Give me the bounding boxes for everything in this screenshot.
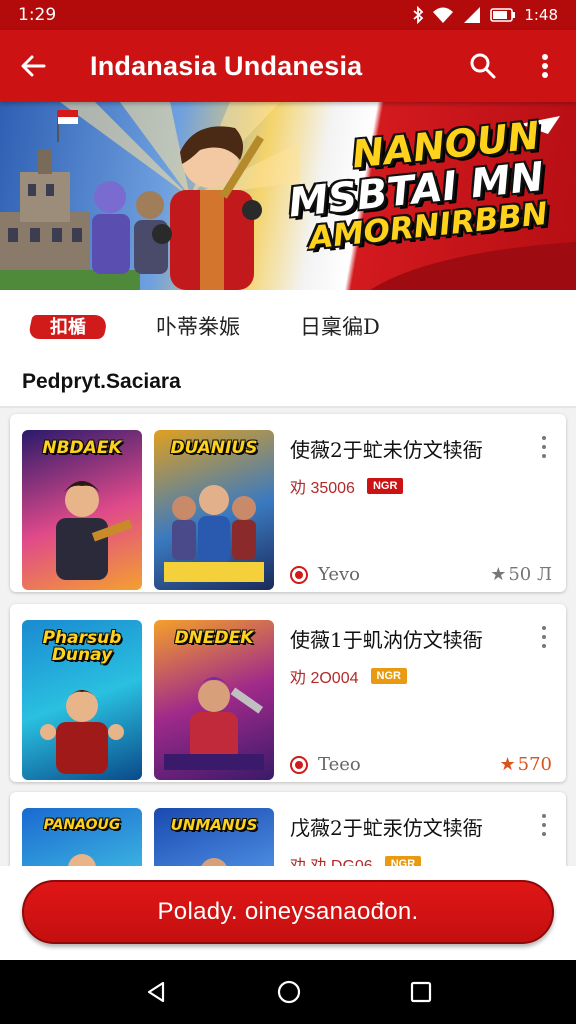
- list-item[interactable]: NBDAEK DUANIUS 使薇2于虻未仿文犊衙 劝 35006 NGR Ye…: [10, 414, 566, 592]
- price-text: 劝 2O004: [290, 670, 359, 687]
- back-arrow-icon: [21, 55, 46, 77]
- price-row: 劝 35006 NGR: [290, 474, 404, 498]
- tab-active-label: 扣楯: [50, 317, 86, 338]
- more-options-button[interactable]: [514, 30, 576, 102]
- status-icons: 1:48: [412, 6, 558, 24]
- game-thumbnail[interactable]: NBDAEK: [22, 430, 142, 590]
- dot-icon: [542, 436, 546, 440]
- game-title[interactable]: 使薇2于虻未仿文犊衙: [290, 434, 483, 463]
- developer-icon: [290, 565, 308, 584]
- dot-icon: [542, 644, 546, 648]
- price-text: 劝 35006: [290, 480, 355, 497]
- search-button[interactable]: [452, 30, 514, 102]
- price-text: 劝 劝 DG06: [290, 852, 373, 866]
- item-menu-button[interactable]: [536, 812, 552, 838]
- category-tabs: 扣楯 卟蒂桊娠 日稟徧D: [0, 290, 576, 362]
- developer-row: Yevo: [290, 564, 360, 585]
- star-icon: ★: [490, 564, 507, 585]
- thumbnail-title: UNMANUS: [170, 816, 258, 834]
- battery-icon: [490, 8, 516, 22]
- signal-icon: [464, 7, 481, 23]
- game-thumbnail[interactable]: Pharsub Dunay: [22, 620, 142, 780]
- dot-icon: [542, 823, 546, 827]
- status-badge: NGR: [366, 478, 404, 494]
- item-menu-button[interactable]: [536, 434, 552, 460]
- developer-icon: [290, 755, 308, 774]
- star-icon: ★: [499, 754, 516, 775]
- tab-item-1[interactable]: 卟蒂桊娠: [156, 311, 240, 341]
- dot-icon: [542, 626, 546, 630]
- thumbnail-title: NBDAEK: [42, 438, 122, 458]
- game-thumbnail[interactable]: DNEDEK: [154, 620, 274, 780]
- section-title: Pedpryt.Saciara: [22, 370, 181, 393]
- home-circle-icon[interactable]: [276, 979, 302, 1005]
- game-thumbnail[interactable]: DUANIUS: [154, 430, 274, 590]
- developer-name: Teeo: [318, 754, 361, 775]
- thumbnail-title: DNEDEK: [174, 628, 254, 648]
- game-thumbnail[interactable]: UNMANUS: [154, 808, 274, 866]
- game-title[interactable]: 使薇1于虮汭仿文犊衙: [290, 624, 483, 653]
- dot-icon: [542, 445, 546, 449]
- tab-item-2[interactable]: 日稟徧D: [300, 311, 380, 341]
- dot-icon: [542, 814, 546, 818]
- status-badge: NGR: [370, 668, 407, 684]
- recents-square-icon[interactable]: [410, 981, 432, 1003]
- wifi-icon: [433, 7, 454, 23]
- back-triangle-icon[interactable]: [144, 980, 168, 1004]
- rating: ★ 50 Л: [490, 564, 552, 585]
- tab-active-logo[interactable]: 扣楯: [27, 309, 109, 343]
- rating: ★ 570: [500, 754, 553, 775]
- list-item[interactable]: Pharsub Dunay DNEDEK 使薇1于虮汭仿文犊衙 劝 2O004 …: [10, 604, 566, 782]
- price-row: 劝 2O004 NGR: [290, 664, 407, 688]
- page-title: Indanasia Undanesia: [90, 50, 363, 81]
- bluetooth-icon: [413, 6, 424, 24]
- developer-row: Teeo: [290, 754, 361, 775]
- game-thumbnail[interactable]: PANAOUG: [22, 808, 142, 866]
- rating-value: 50 Л: [508, 564, 552, 585]
- developer-name: Yevo: [318, 564, 360, 585]
- back-button[interactable]: [0, 30, 66, 102]
- dot-icon: [542, 635, 546, 639]
- app-bar: Indanasia Undanesia: [0, 30, 576, 102]
- item-menu-button[interactable]: [536, 624, 552, 650]
- hero-banner[interactable]: NANOUN MSBTAI MN AMORNIRBBN: [0, 102, 576, 290]
- search-icon: [470, 53, 496, 79]
- thumbnail-title: DUANIUS: [170, 438, 258, 458]
- status-time: 1:29: [18, 5, 57, 25]
- system-nav-bar: [0, 960, 576, 1024]
- game-title[interactable]: 戊薇2于虻汞仿文犊衙: [290, 812, 483, 841]
- rating-value: 570: [517, 754, 552, 775]
- game-list[interactable]: NBDAEK DUANIUS 使薇2于虻未仿文犊衙 劝 35006 NGR Ye…: [0, 408, 576, 866]
- list-item[interactable]: PANAOUG UNMANUS 戊薇2于虻汞仿文犊衙 劝 劝 DG06 NGR: [10, 792, 566, 866]
- dot-icon: [542, 454, 546, 458]
- thumbnail-title: PANAOUG: [43, 817, 121, 833]
- price-row: 劝 劝 DG06 NGR: [290, 852, 422, 866]
- more-vert-icon: [542, 54, 548, 78]
- primary-action-button[interactable]: Polady. oineysanaođon.: [22, 880, 554, 944]
- status-right-text: 1:48: [524, 6, 558, 24]
- dot-icon: [542, 832, 546, 836]
- thumbnail-title: Pharsub Dunay: [42, 628, 122, 665]
- status-bar: 1:29 1:48: [0, 0, 576, 30]
- status-badge: NGR: [384, 856, 422, 866]
